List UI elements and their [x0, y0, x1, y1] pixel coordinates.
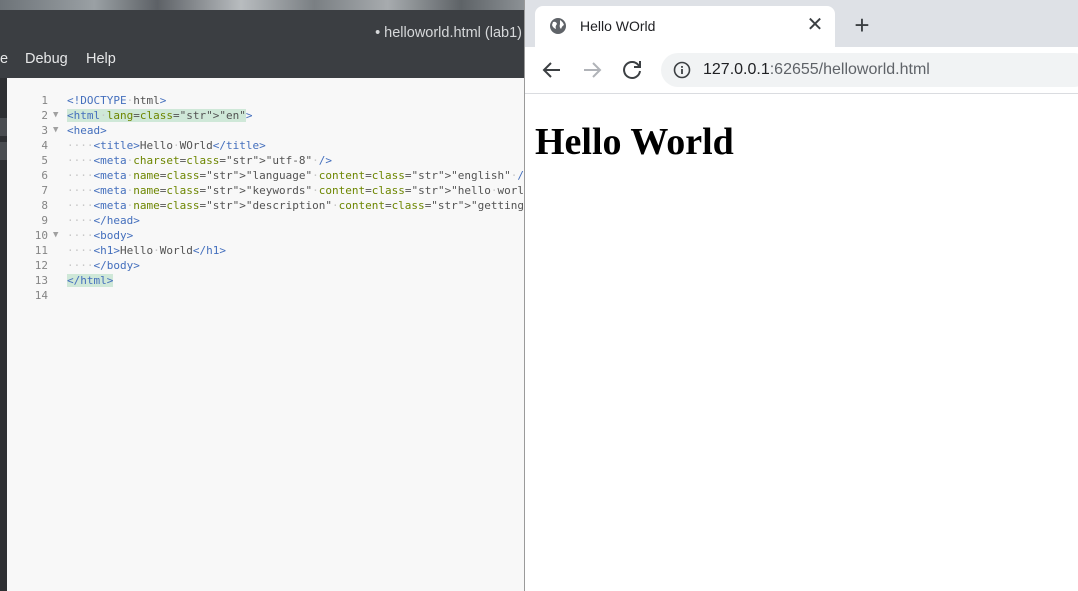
line-number: 6	[41, 169, 48, 182]
code-text: ····</body>	[67, 259, 140, 272]
line-number: 4	[41, 139, 48, 152]
line-number: 5	[41, 154, 48, 167]
code-line[interactable]: 10 ▼ ····<body>	[7, 228, 524, 243]
code-text: ····<meta·name=class="str">"keywords"·co…	[67, 184, 524, 197]
menu-item-help[interactable]: Help	[86, 51, 116, 67]
code-line[interactable]: 14	[7, 288, 524, 303]
tab-title: Hello WOrld	[580, 18, 656, 34]
line-number: 3	[41, 124, 48, 137]
line-number: 7	[41, 184, 48, 197]
info-icon[interactable]	[673, 61, 691, 79]
menu-item-debug[interactable]: Debug	[25, 51, 68, 67]
back-arrow-icon[interactable]	[539, 57, 565, 83]
sidebar-item[interactable]	[0, 142, 7, 160]
code-text: ····<h1>Hello·World</h1>	[67, 244, 226, 257]
code-line[interactable]: 6 ····<meta·name=class="str">"language"·c…	[7, 168, 524, 183]
code-line[interactable]: 4 ····<title>Hello·WOrld</title>	[7, 138, 524, 153]
code-line[interactable]: 12 ····</body>	[7, 258, 524, 273]
editor-menubar: e Debug Help	[0, 44, 524, 78]
browser-window: Hello WOrld ✕ + 127.0.0.1:62655/hellowor…	[524, 0, 1078, 591]
code-text: ····</head>	[67, 214, 140, 227]
code-text: </html>	[67, 274, 114, 287]
code-line[interactable]: 1 <!DOCTYPE·html>	[7, 93, 524, 108]
menu-item-partial[interactable]: e	[0, 51, 8, 67]
forward-arrow-icon[interactable]	[579, 57, 605, 83]
close-icon[interactable]: ✕	[805, 14, 825, 36]
plus-icon[interactable]: +	[849, 12, 875, 39]
editor-titlebar: • helloworld.html (lab1)	[0, 10, 524, 44]
code-area[interactable]: 1 <!DOCTYPE·html> 2 ▼ <html·lang=class="str"…	[7, 78, 524, 591]
line-number: 10	[34, 229, 48, 242]
browser-toolbar: 127.0.0.1:62655/helloworld.html	[525, 47, 1078, 94]
code-line[interactable]: 11 ····<h1>Hello·World</h1>	[7, 243, 524, 258]
code-text: ····<meta·charset=class="str">"utf-8"·/>	[67, 154, 332, 167]
address-bar[interactable]: 127.0.0.1:62655/helloworld.html	[661, 53, 1078, 87]
line-number: 13	[34, 274, 48, 287]
line-number: 8	[41, 199, 48, 212]
line-number: 11	[34, 244, 48, 257]
reload-icon[interactable]	[619, 57, 645, 83]
fold-arrow-icon[interactable]: ▼	[53, 123, 58, 138]
code-text: <html·lang=class="str">"en">	[67, 109, 253, 122]
url-text: 127.0.0.1:62655/helloworld.html	[703, 61, 930, 79]
code-line[interactable]: 7 ····<meta·name=class="str">"keywords"·c…	[7, 183, 524, 198]
tab-strip: Hello WOrld ✕ +	[525, 0, 1078, 47]
line-number: 14	[34, 289, 48, 302]
globe-icon	[550, 18, 566, 34]
code-text: ····<body>	[67, 229, 134, 242]
line-number: 2	[41, 109, 48, 122]
code-text: <head>	[67, 124, 107, 137]
line-number: 12	[34, 259, 48, 272]
sidebar-item[interactable]	[0, 118, 7, 136]
code-line[interactable]: 2 ▼ <html·lang=class="str">"en">	[7, 108, 524, 123]
desktop-wallpaper-strip	[0, 0, 524, 10]
url-path: :62655/helloworld.html	[769, 61, 930, 78]
code-text: ····<meta·name=class="str">"language"·co…	[67, 169, 524, 182]
code-text: ····<meta·name=class="str">"description"…	[67, 199, 524, 212]
fold-arrow-icon[interactable]: ▼	[53, 228, 58, 243]
code-line[interactable]: 13 </html>	[7, 273, 524, 288]
code-line[interactable]: 9 ····</head>	[7, 213, 524, 228]
editor-window-title: • helloworld.html (lab1)	[375, 25, 522, 41]
browser-tab[interactable]: Hello WOrld ✕	[535, 6, 835, 47]
page-content: Hello World	[525, 94, 1078, 591]
code-line[interactable]: 5 ····<meta·charset=class="str">"utf-8"·/…	[7, 153, 524, 168]
url-host: 127.0.0.1	[703, 61, 770, 78]
code-text: ····<title>Hello·WOrld</title>	[67, 139, 266, 152]
page-heading: Hello World	[535, 121, 734, 163]
fold-arrow-icon[interactable]: ▼	[53, 108, 58, 123]
code-line[interactable]: 3 ▼ <head>	[7, 123, 524, 138]
line-number: 1	[41, 94, 48, 107]
code-line[interactable]: 8 ····<meta·name=class="str">"description…	[7, 198, 524, 213]
code-text: <!DOCTYPE·html>	[67, 94, 167, 107]
code-editor-window: • helloworld.html (lab1) e Debug Help 1 <…	[0, 0, 524, 591]
line-number: 9	[41, 214, 48, 227]
